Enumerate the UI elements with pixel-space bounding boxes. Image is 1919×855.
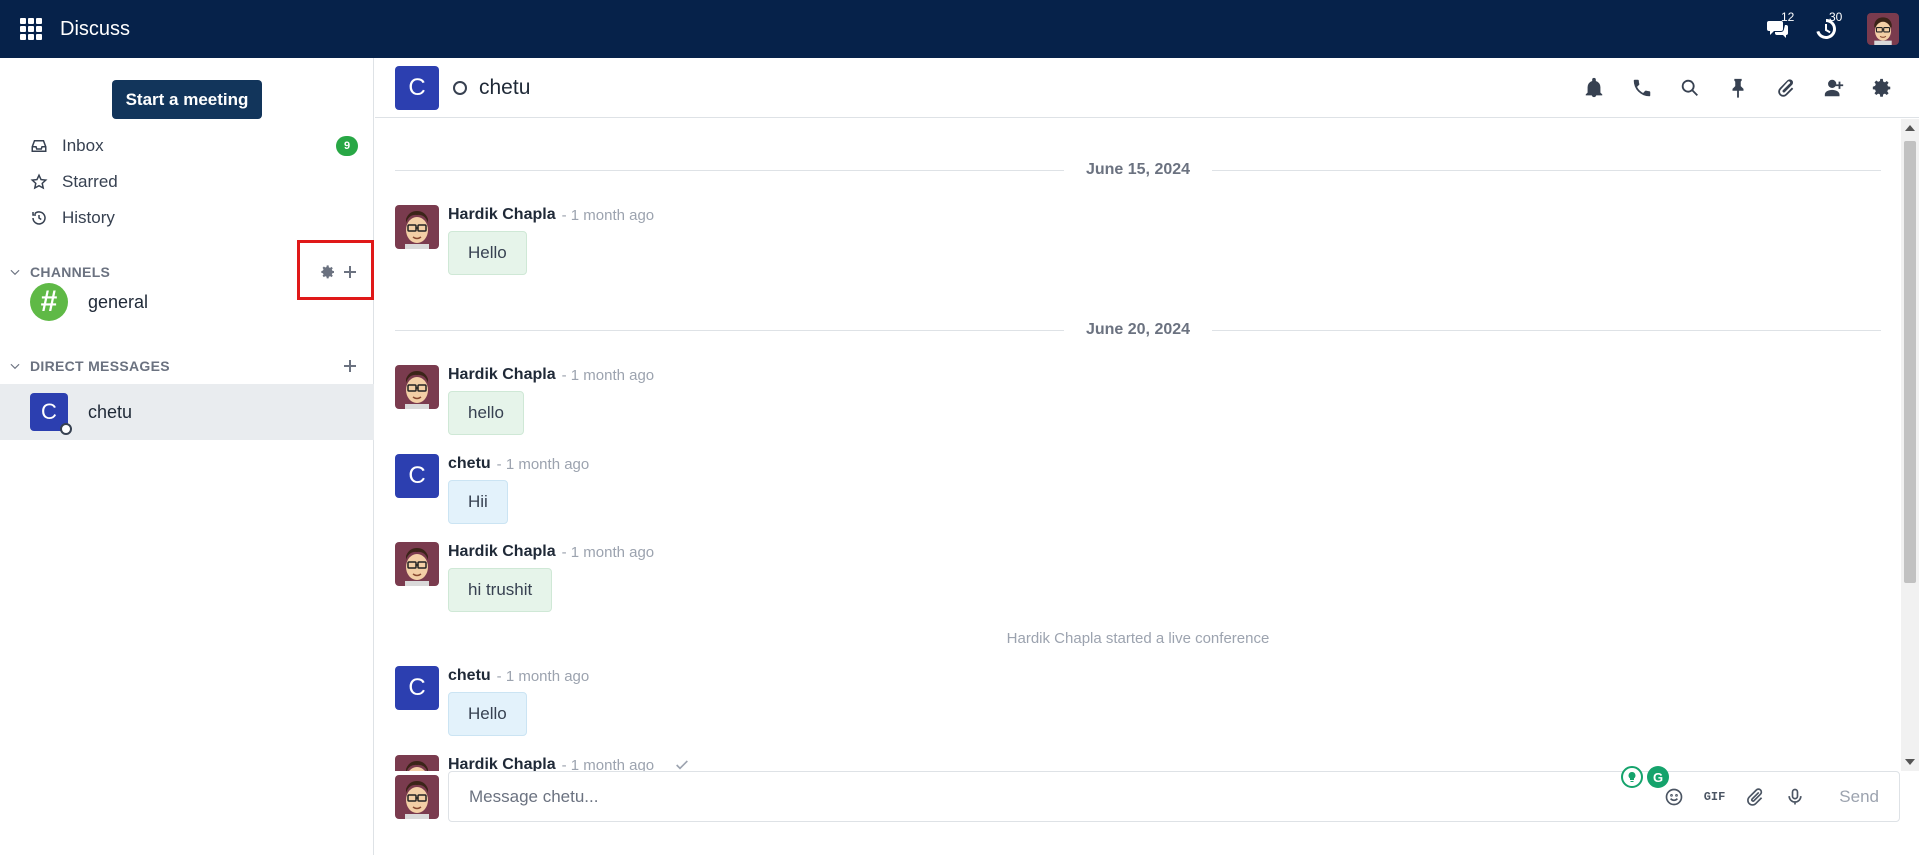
message-bubble: Hello [448, 231, 527, 275]
thread-scrollbar[interactable] [1901, 119, 1919, 771]
message-time: - 1 month ago [496, 455, 590, 473]
date-label: June 20, 2024 [1085, 321, 1191, 338]
messages-count: 12 [1781, 10, 1795, 24]
composer-box[interactable]: G GIF Send [448, 766, 1900, 822]
grammarly-extension[interactable]: G [1621, 766, 1669, 788]
message[interactable]: C chetu - 1 month ago Hello [395, 666, 589, 736]
message-thread[interactable]: June 15, 2024 Hardik Chapla - 1 month ago… [375, 119, 1901, 771]
message-time: - 1 month ago [561, 206, 655, 224]
message-author[interactable]: chetu [448, 667, 491, 685]
message[interactable]: Hardik Chapla - 1 month ago [395, 755, 690, 771]
message-bubble: Hii [448, 480, 508, 524]
sidebar-item-history[interactable]: History [30, 203, 358, 233]
date-label: June 15, 2024 [1085, 161, 1191, 178]
direct-messages-title: DIRECT MESSAGES [30, 358, 170, 374]
message-composer: G GIF Send [375, 766, 1919, 855]
chetu-avatar: C [30, 393, 72, 435]
message-author[interactable]: Hardik Chapla [448, 756, 556, 771]
conference-notification: Hardik Chapla started a live conference [1006, 630, 1270, 647]
paperclip-icon[interactable] [1775, 77, 1797, 99]
hardik-avatar[interactable] [395, 365, 439, 409]
scroll-up-arrow-icon[interactable] [1905, 125, 1915, 131]
discuss-sidebar: Start a meeting Inbox 9 Starred History … [0, 58, 374, 855]
message-author[interactable]: Hardik Chapla [448, 543, 556, 561]
hash-icon: # [30, 283, 68, 321]
message-bubble: hello [448, 391, 524, 435]
user-avatar[interactable] [1867, 13, 1899, 45]
phone-icon[interactable] [1631, 77, 1653, 99]
sidebar-item-label: Starred [62, 172, 118, 191]
microphone-icon[interactable] [1785, 787, 1805, 807]
channel-label: general [88, 291, 149, 312]
chetu-avatar[interactable]: C [395, 454, 439, 498]
message-time: - 1 month ago [561, 366, 655, 384]
inbox-count-badge: 9 [336, 136, 358, 156]
search-icon[interactable] [1679, 77, 1701, 99]
add-chat-plus-icon[interactable] [342, 358, 358, 374]
lightbulb-glyph-icon [1628, 772, 1636, 782]
sidebar-item-label: History [62, 208, 115, 227]
message-author[interactable]: chetu [448, 455, 491, 473]
start-meeting-button[interactable]: Start a meeting [112, 80, 262, 119]
avatar-letter: C [41, 399, 57, 424]
user-avatar-icon [1867, 13, 1899, 45]
sidebar-item-inbox[interactable]: Inbox 9 [30, 131, 358, 161]
activities-menu[interactable]: 30 [1813, 10, 1842, 42]
direct-message-item-chetu[interactable]: C chetu [0, 384, 374, 440]
date-separator: June 15, 2024 [395, 160, 1882, 180]
message-time: - 1 month ago [561, 756, 655, 772]
emoji-icon[interactable] [1664, 787, 1684, 807]
checkmark-icon [676, 760, 689, 770]
direct-messages-section-header[interactable]: DIRECT MESSAGES [8, 354, 358, 378]
gear-icon[interactable] [1871, 77, 1893, 99]
thread-name[interactable]: chetu [479, 76, 530, 100]
message[interactable]: C chetu - 1 month ago Hii [395, 454, 589, 524]
app-title[interactable]: Discuss [60, 18, 130, 41]
message-bubble: hi trushit [448, 568, 553, 612]
date-separator: June 20, 2024 [395, 320, 1882, 340]
thread-avatar[interactable]: C [395, 65, 439, 110]
hardik-avatar[interactable] [395, 755, 439, 771]
pin-icon[interactable] [1727, 77, 1749, 99]
message-time: - 1 month ago [561, 543, 655, 561]
inbox-icon [31, 140, 47, 152]
sidebar-item-starred[interactable]: Starred [30, 167, 358, 197]
attachment-paperclip-icon[interactable] [1745, 787, 1765, 807]
current-user-avatar [395, 775, 439, 819]
message-input[interactable] [469, 786, 1469, 807]
activities-count: 30 [1829, 10, 1843, 24]
apps-grid-icon[interactable] [20, 18, 42, 40]
history-icon [32, 211, 46, 225]
message-time: - 1 month ago [496, 667, 590, 685]
send-button[interactable]: Send [1839, 787, 1879, 807]
message[interactable]: Hardik Chapla - 1 month ago hello [395, 365, 654, 435]
messages-menu[interactable]: 12 [1765, 10, 1794, 42]
message[interactable]: Hardik Chapla - 1 month ago Hello [395, 205, 654, 275]
scroll-thumb[interactable] [1904, 141, 1916, 583]
hardik-avatar[interactable] [395, 542, 439, 586]
hardik-avatar[interactable] [395, 205, 439, 249]
presence-indicator [60, 423, 72, 435]
gif-button[interactable]: GIF [1704, 790, 1726, 804]
star-icon [30, 173, 48, 190]
status-indicator [453, 80, 467, 95]
message-author[interactable]: Hardik Chapla [448, 206, 556, 224]
message-author[interactable]: Hardik Chapla [448, 366, 556, 384]
chetu-avatar[interactable]: C [395, 666, 439, 710]
bell-icon[interactable] [1583, 77, 1605, 99]
scroll-down-arrow-icon[interactable] [1905, 759, 1915, 765]
lightbulb-icon[interactable] [1621, 766, 1643, 788]
top-navbar: Discuss 12 30 [0, 0, 1919, 58]
channel-item-general[interactable]: # general [0, 274, 374, 330]
message-bubble: Hello [448, 692, 527, 736]
message[interactable]: Hardik Chapla - 1 month ago hi trushit [395, 542, 654, 612]
add-user-icon[interactable] [1823, 77, 1845, 99]
sidebar-item-label: Inbox [62, 136, 104, 155]
thread-header: C chetu [375, 58, 1919, 118]
chevron-down-icon[interactable] [8, 359, 22, 373]
direct-message-label: chetu [88, 401, 133, 422]
